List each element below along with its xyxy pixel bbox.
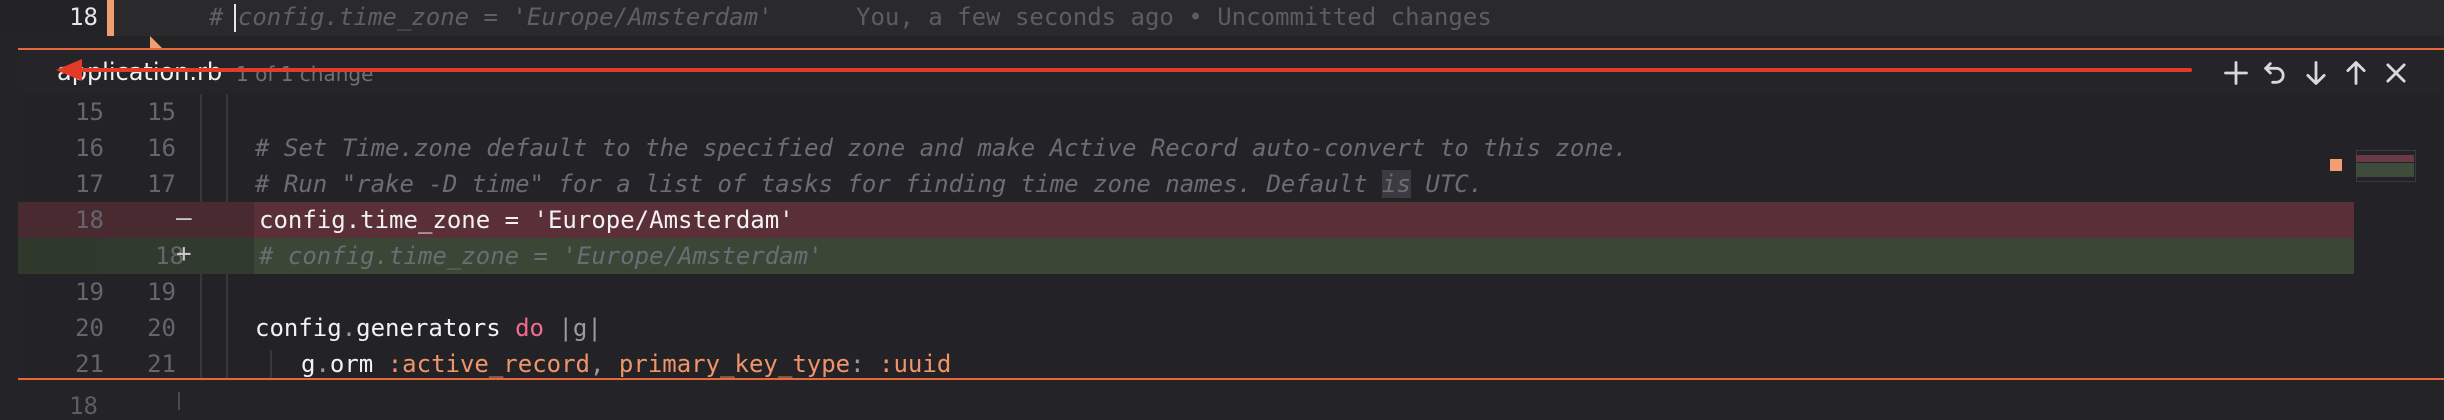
git-blame-annotation: You, a few seconds ago • Uncommitted cha…	[856, 3, 1492, 31]
old-line-number: 19	[75, 278, 104, 306]
new-line-number: 16	[147, 134, 176, 162]
code-segment: # Run "rake -D time" for a list of tasks…	[255, 170, 1383, 198]
indent-guide	[178, 392, 180, 410]
diff-row[interactable]: 19 19	[18, 274, 2354, 310]
close-icon	[2386, 63, 2406, 83]
added-gutter-highlight	[18, 238, 102, 274]
new-line-number: 17	[147, 170, 176, 198]
minimap-deleted-marker	[2356, 155, 2414, 162]
code-text: # config.time_zone = 'Europe/Amsterdam'	[259, 242, 823, 270]
deleted-sign: —	[176, 203, 192, 233]
diff-row-added[interactable]: 18 + # config.time_zone = 'Europe/Amster…	[18, 238, 2354, 274]
code-symbol: :active_record	[373, 350, 591, 378]
peek-border	[18, 378, 2444, 380]
diff-row[interactable]: 21 21 g.orm :active_record, primary_key_…	[18, 346, 2354, 382]
code-segment: ,	[590, 350, 619, 378]
close-peek-button[interactable]	[2379, 56, 2413, 90]
new-line-number: 19	[147, 278, 176, 306]
old-line-number: 16	[75, 134, 104, 162]
code-segment: .	[341, 314, 357, 342]
code-symbol: :uuid	[879, 350, 952, 378]
new-line-number: 15	[147, 98, 176, 126]
plus-icon	[2224, 61, 2248, 85]
code-text: config.generators do |g|	[255, 314, 602, 342]
code-segment: .	[315, 350, 330, 378]
code-text[interactable]: # config.time_zone = 'Europe/Amsterdam'	[209, 3, 773, 31]
stage-change-button[interactable]	[2219, 56, 2253, 90]
arrow-up-icon	[2346, 61, 2366, 85]
previous-change-button[interactable]	[2339, 56, 2373, 90]
old-line-number: 18	[75, 206, 104, 234]
code-segment: orm	[329, 350, 374, 378]
new-line-number: 20	[147, 314, 176, 342]
annotation-arrowhead-icon	[56, 59, 82, 81]
diff-row-deleted[interactable]: 18 — config.time_zone = 'Europe/Amsterda…	[18, 202, 2354, 238]
diff-row[interactable]: 20 20 config.generators do |g|	[18, 310, 2354, 346]
peek-change-count: 1 of 1 change	[236, 62, 374, 86]
old-line-number: 21	[75, 350, 104, 378]
code-symbol: primary_key_type	[618, 350, 851, 378]
diff-row[interactable]: 15 15	[18, 94, 2354, 130]
annotation-arrow-line	[70, 68, 2192, 72]
line-number: 18	[69, 392, 98, 420]
diff-row[interactable]: 17 17 # Run "rake -D time" for a list of…	[18, 166, 2354, 202]
word-highlight: is	[1382, 170, 1411, 198]
next-change-button[interactable]	[2299, 56, 2333, 90]
old-line-number: 15	[75, 98, 104, 126]
revert-change-button[interactable]	[2258, 56, 2292, 90]
new-line-number: 21	[147, 350, 176, 378]
peek-pointer-icon	[150, 36, 162, 48]
code-segment: UTC.	[1410, 170, 1484, 198]
text-cursor	[234, 4, 236, 32]
old-line-number: 20	[75, 314, 104, 342]
added-sign: +	[176, 239, 192, 269]
code-text: # Run "rake -D time" for a list of tasks…	[255, 170, 1483, 198]
code-segment: |g|	[558, 314, 602, 342]
undo-icon	[2264, 62, 2285, 84]
code-text: # Set Time.zone default to the specified…	[255, 134, 1628, 162]
minimap-change-marker	[2330, 159, 2342, 171]
line-number: 18	[69, 3, 98, 31]
code-segment: :	[850, 350, 880, 378]
peek-header	[18, 50, 2444, 94]
dirty-diff-indicator[interactable]	[107, 0, 114, 36]
diff-row[interactable]: 16 16 # Set Time.zone default to the spe…	[18, 130, 2354, 166]
code-text: config.time_zone = 'Europe/Amsterdam'	[259, 206, 794, 234]
old-line-number: 17	[75, 170, 104, 198]
arrow-down-icon	[2306, 61, 2326, 85]
peek-border	[18, 48, 2444, 50]
code-segment: config	[255, 314, 342, 342]
code-text: g.orm :active_record, primary_key_type: …	[301, 350, 951, 378]
minimap-added-marker	[2356, 163, 2414, 177]
code-segment: generators	[356, 314, 501, 342]
code-segment: g	[301, 350, 316, 378]
code-keyword: do	[500, 314, 559, 342]
